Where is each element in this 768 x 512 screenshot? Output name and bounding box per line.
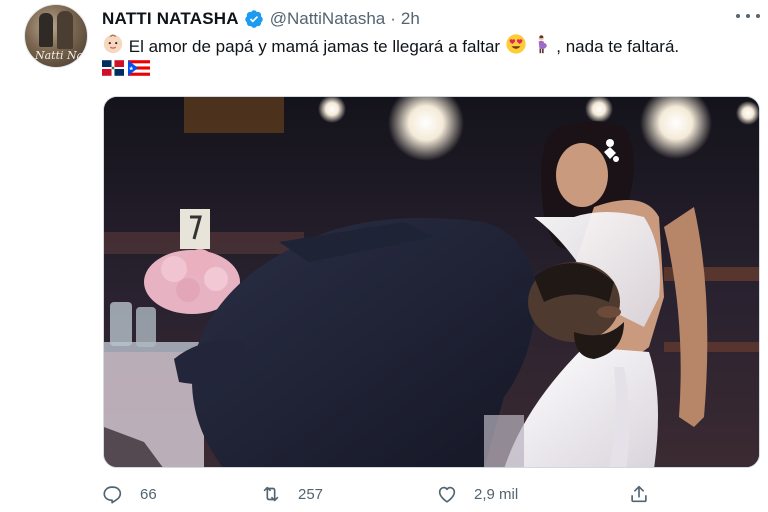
more-options-icon[interactable] bbox=[736, 10, 760, 22]
author-name[interactable]: NATTI NATASHA bbox=[102, 9, 239, 29]
reply-count: 66 bbox=[140, 485, 157, 503]
pregnant-woman-emoji-icon bbox=[532, 33, 552, 62]
share-button[interactable] bbox=[628, 480, 650, 508]
tweet-timestamp[interactable]: 2h bbox=[401, 9, 420, 29]
author-handle[interactable]: @NattiNatasha bbox=[270, 9, 386, 29]
share-icon bbox=[631, 485, 647, 503]
more-dot bbox=[736, 14, 740, 18]
dominican-republic-flag-icon bbox=[102, 60, 124, 81]
tweet-actions: 66 257 2,9 mil bbox=[102, 480, 662, 508]
reply-icon bbox=[103, 486, 122, 504]
reply-button[interactable]: 66 bbox=[102, 480, 157, 508]
more-dot bbox=[756, 14, 760, 18]
puerto-rico-flag-icon bbox=[128, 60, 150, 81]
tweet-photo[interactable] bbox=[103, 96, 760, 468]
tweet-header: NATTI NATASHA @NattiNatasha · 2h bbox=[102, 8, 420, 30]
baby-face-emoji-icon bbox=[102, 33, 124, 62]
heart-eyes-emoji-icon bbox=[505, 33, 527, 62]
verified-badge-icon bbox=[244, 9, 264, 29]
retweet-button[interactable]: 257 bbox=[260, 480, 323, 508]
avatar-figure-left bbox=[39, 13, 53, 47]
avatar[interactable]: Natti Nat bbox=[24, 4, 88, 68]
separator-dot: · bbox=[390, 9, 396, 28]
flag-emojis bbox=[102, 60, 150, 81]
tweet-card[interactable]: Natti Nat NATTI NATASHA @NattiNatasha · … bbox=[0, 0, 768, 512]
avatar-signature: Natti Nat bbox=[35, 49, 88, 62]
tweet-text: El amor de papá y mamá jamas te llegará … bbox=[102, 33, 752, 62]
retweet-count: 257 bbox=[298, 485, 324, 503]
heart-icon bbox=[438, 486, 456, 503]
more-dot bbox=[746, 14, 750, 18]
retweet-icon bbox=[263, 486, 279, 502]
tweet-text-main: El amor de papá y mamá jamas te llegará … bbox=[128, 36, 501, 56]
like-button[interactable]: 2,9 mil bbox=[436, 480, 518, 508]
tweet-text-tail: , nada te faltará. bbox=[556, 36, 680, 56]
avatar-figure-right bbox=[57, 11, 73, 49]
like-count: 2,9 mil bbox=[474, 485, 519, 503]
